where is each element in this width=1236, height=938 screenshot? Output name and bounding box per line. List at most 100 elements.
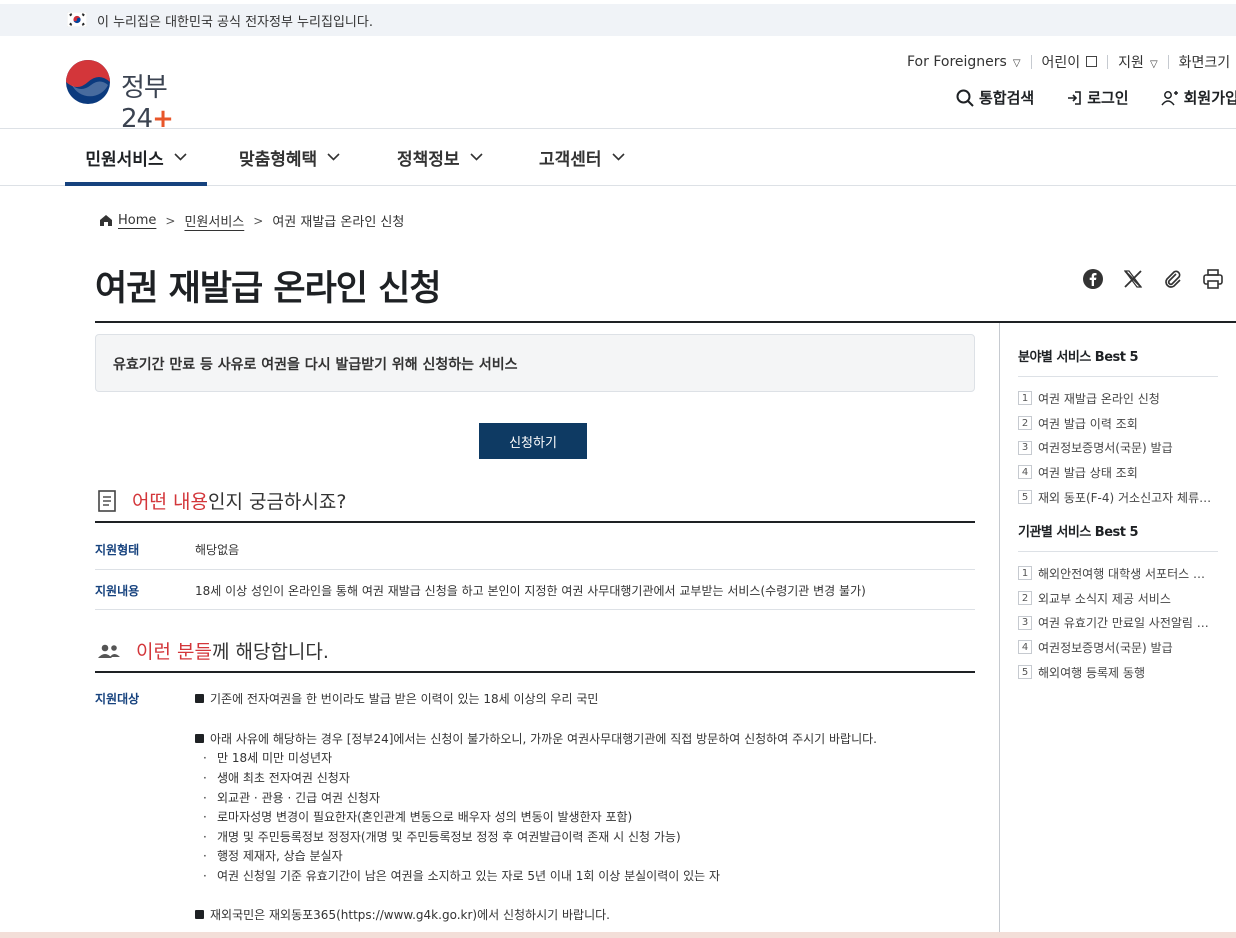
best5-item[interactable]: 2 여권 발급 이력 조회 [1018, 411, 1218, 436]
panel-title: 분야별 서비스 Best 5 [1018, 346, 1218, 377]
best5-item[interactable]: 2 외교부 소식지 제공 서비스 [1018, 586, 1218, 611]
gnb-label: 맞춤형혜택 [239, 149, 318, 170]
login-label: 로그인 [1087, 89, 1129, 107]
divider [1167, 55, 1169, 69]
global-navigation: 민원서비스 맞춤형혜택 정책정보 고객센터 [0, 128, 1236, 186]
search-icon [956, 89, 974, 107]
gov24-logo-text: 정부24+ [121, 73, 174, 134]
join-button[interactable]: 회원가입 [1161, 87, 1236, 108]
chevron-right-icon: > [165, 213, 176, 228]
apply-button[interactable]: 신청하기 [479, 423, 587, 459]
section-title-text: 께 해당합니다. [211, 641, 329, 663]
section-title-text: 인지 궁금하시죠? [207, 491, 347, 513]
chevron-down-icon [327, 153, 340, 161]
eligibility-bullet: 기존에 전자여권을 한 번이라도 발급 받은 이력이 있는 18세 이상의 우리… [195, 690, 598, 707]
best5-item[interactable]: 4 여권정보증명서(국문) 발급 [1018, 635, 1218, 660]
utility-links: For Foreigners ▽ 어린이 지원 ▽ 화면크기 [907, 52, 1230, 72]
home-icon [100, 215, 112, 226]
link-clip-icon[interactable] [1162, 268, 1184, 290]
join-label: 회원가입 [1183, 89, 1236, 107]
user-add-icon [1161, 90, 1178, 105]
exclusion-item: · 개명 및 주민등록정보 정정자(개명 및 주민등록정보 정정 후 여권발급이력… [203, 830, 681, 844]
bullet-square-icon [195, 694, 204, 703]
gnb-item-customer-center[interactable]: 고객센터 [539, 129, 625, 185]
gnb-item-custom-benefit[interactable]: 맞춤형혜택 [239, 129, 340, 185]
screen-size-link[interactable]: 화면크기 [1179, 52, 1231, 72]
bullet-square-icon [195, 910, 204, 919]
breadcrumb: Home > 민원서비스 > 여권 재발급 온라인 신청 [99, 211, 404, 230]
exclusion-item: · 만 18세 미만 미성년자 [203, 751, 333, 765]
best5-item[interactable]: 4 여권 발급 상태 조회 [1018, 460, 1218, 485]
site-header: 정부24+ For Foreigners ▽ 어린이 지원 ▽ 화면크기 통합검색 … [0, 36, 1236, 134]
service-summary: 유효기간 만료 등 사유로 여권을 다시 발급받기 위해 신청하는 서비스 [95, 334, 975, 392]
bullet-square-icon [195, 734, 204, 743]
row-divider [95, 609, 975, 610]
kids-link[interactable]: 어린이 [1042, 52, 1098, 72]
share-tools [1082, 268, 1236, 290]
best5-item[interactable]: 3 여권 유효기간 만료일 사전알림 서비스 [1018, 610, 1218, 635]
chevron-down-icon [469, 153, 483, 161]
breadcrumb-current: 여권 재발급 온라인 신청 [272, 215, 405, 230]
people-icon [98, 644, 120, 658]
print-icon[interactable] [1202, 268, 1224, 290]
divider [1030, 55, 1032, 69]
gnb-item-policy-info[interactable]: 정책정보 [397, 129, 483, 185]
eligibility-bullet: 아래 사유에 해당하는 경우 [정부24]에서는 신청이 불가하오니, 가까운 … [195, 730, 877, 747]
best5-item[interactable]: 1 여권 재발급 온라인 신청 [1018, 386, 1218, 411]
row-value: 해당없음 [195, 543, 240, 557]
best5-item[interactable]: 5재외 동포(F-4) 거소신고자 체류지 변경 [1018, 485, 1218, 510]
login-button[interactable]: 로그인 [1066, 87, 1129, 108]
section-what-title: 어떤 내용 인지 궁금하시죠? [97, 487, 346, 514]
chevron-down-icon: ▽ [1012, 58, 1021, 69]
exclusion-item: · 로마자성명 변경이 필요한자(혼인관계 변동으로 배우자 성의 변동이 발생한… [203, 810, 633, 824]
section-title-highlight: 어떤 내용 [132, 491, 208, 513]
row-label: 지원형태 [95, 543, 140, 557]
row-value: 18세 이상 성인이 온라인을 통해 여권 재발급 신청을 하고 본인이 지정한… [195, 584, 866, 598]
exclusion-item: · 외교관 · 관용 · 긴급 여권 신청자 [203, 791, 380, 805]
best5-item[interactable]: 1 해외안전여행 대학생 서포터스 모집 [1018, 561, 1218, 586]
section-title-highlight: 이런 분들 [136, 641, 212, 663]
eligibility-bullet: 재외국민은 재외동포365(https://www.g4k.go.kr)에서 신… [195, 906, 610, 923]
gnb-label: 민원서비스 [85, 149, 164, 170]
sidebar-divider [999, 323, 1000, 933]
section-divider [95, 671, 975, 673]
row-label: 지원대상 [95, 692, 140, 706]
row-divider [95, 569, 975, 570]
chevron-down-icon [174, 153, 187, 161]
divider [1107, 55, 1109, 69]
gnb-label: 고객센터 [539, 149, 602, 170]
page-title: 여권 재발급 온라인 신청 [95, 269, 442, 309]
search-label: 통합검색 [979, 89, 1035, 107]
chevron-down-icon: ▽ [1149, 59, 1158, 70]
agency-best5-panel: 기관별 서비스 Best 5 1 해외안전여행 대학생 서포터스 모집 2 외교부 … [1018, 521, 1218, 684]
chevron-right-icon: > [253, 213, 264, 228]
breadcrumb-civil-service-link[interactable]: 민원서비스 [184, 211, 244, 230]
gov-notice-text: 이 누리집은 대한민국 공식 전자정부 누리집입니다. [97, 15, 373, 30]
exclusion-item: · 행정 제재자, 상습 분실자 [203, 849, 343, 863]
document-icon [98, 489, 116, 512]
row-label: 지원내용 [95, 584, 140, 598]
gov24-logo[interactable]: 정부24+ [64, 58, 214, 134]
gnb-item-civil-service[interactable]: 민원서비스 [65, 129, 207, 186]
korea-flag-icon [67, 12, 87, 27]
login-icon [1068, 90, 1082, 105]
for-foreigners-link[interactable]: For Foreigners ▽ [907, 54, 1021, 70]
panel-title: 기관별 서비스 Best 5 [1018, 521, 1218, 552]
chevron-down-icon [611, 153, 625, 161]
main-utility: 통합검색 로그인 회원가입 [956, 87, 1236, 108]
breadcrumb-home-link[interactable]: Home [118, 213, 156, 228]
support-link[interactable]: 지원 ▽ [1118, 52, 1157, 72]
field-best5-panel: 분야별 서비스 Best 5 1 여권 재발급 온라인 신청 2 여권 발급 이력 … [1018, 346, 1218, 509]
best5-item[interactable]: 3 여권정보증명서(국문) 발급 [1018, 435, 1218, 460]
best5-item[interactable]: 5 해외여행 등록제 동행 [1018, 660, 1218, 685]
x-twitter-icon[interactable] [1122, 268, 1144, 290]
bottom-strip [0, 932, 1236, 938]
title-divider [95, 321, 1236, 323]
facebook-icon[interactable] [1082, 268, 1104, 290]
gnb-label: 정책정보 [397, 149, 460, 170]
gov-notice-bar: 이 누리집은 대한민국 공식 전자정부 누리집입니다. [0, 4, 1236, 36]
gov-emblem-icon [66, 60, 110, 104]
integrated-search-button[interactable]: 통합검색 [956, 87, 1034, 108]
exclusion-item: · 생애 최초 전자여권 신청자 [203, 771, 350, 785]
external-link-icon [1086, 56, 1098, 67]
